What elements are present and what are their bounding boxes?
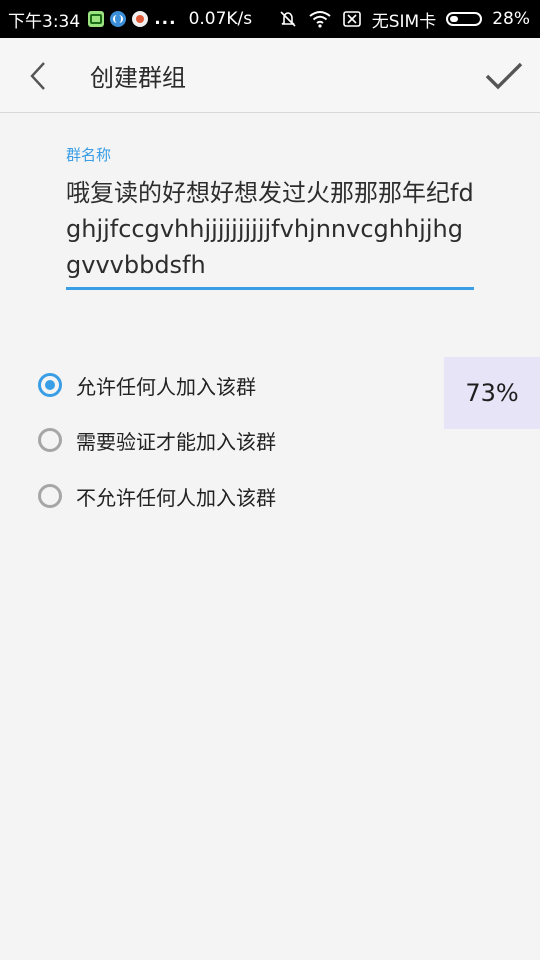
- page-title: 创建群组: [90, 64, 186, 92]
- back-button[interactable]: [18, 56, 58, 96]
- percentage-badge: 73%: [444, 357, 540, 429]
- radio-button[interactable]: [38, 428, 62, 452]
- app-notification-icon: [110, 11, 127, 27]
- more-notifications-indicator: ...: [154, 9, 177, 29]
- battery-level-fill: [450, 16, 459, 22]
- status-bar-left: 下午3:34 ... 0.07K/s: [0, 7, 252, 32]
- sim-status: 无SIM卡: [371, 11, 437, 32]
- option-label: 不允许任何人加入该群: [76, 485, 276, 510]
- join-option-verification[interactable]: 需要验证才能加入该群: [38, 420, 276, 460]
- mute-bell-icon: [278, 9, 298, 29]
- no-sim-icon: [342, 10, 362, 28]
- group-name-label: 群名称: [66, 146, 112, 164]
- battery-percent: 28%: [492, 9, 530, 29]
- app-bar: 创建群组: [0, 38, 540, 113]
- battery-icon: [446, 12, 483, 26]
- join-option-anyone[interactable]: 允许任何人加入该群: [38, 365, 256, 405]
- status-bar: 下午3:34 ... 0.07K/s 无SIM卡 28%: [0, 0, 540, 38]
- checkmark-icon: [485, 62, 523, 90]
- option-label: 需要验证才能加入该群: [76, 429, 276, 454]
- status-bar-right: 无SIM卡 28%: [278, 7, 540, 32]
- app-notification-icon: [132, 11, 149, 27]
- app-notification-icon: [88, 11, 105, 27]
- chevron-left-icon: [30, 62, 45, 90]
- network-speed: 0.07K/s: [188, 9, 253, 29]
- confirm-button[interactable]: [480, 54, 528, 98]
- wifi-icon: [308, 9, 332, 29]
- join-option-none[interactable]: 不允许任何人加入该群: [38, 476, 276, 516]
- option-label: 允许任何人加入该群: [76, 374, 256, 399]
- radio-button[interactable]: [38, 484, 62, 508]
- status-time: 下午3:34: [8, 11, 81, 32]
- radio-button[interactable]: [38, 373, 62, 397]
- group-name-input[interactable]: 哦复读的好想好想发过火那那那年纪fdghjjfccgvhhjjjjjjjjjjf…: [66, 175, 474, 290]
